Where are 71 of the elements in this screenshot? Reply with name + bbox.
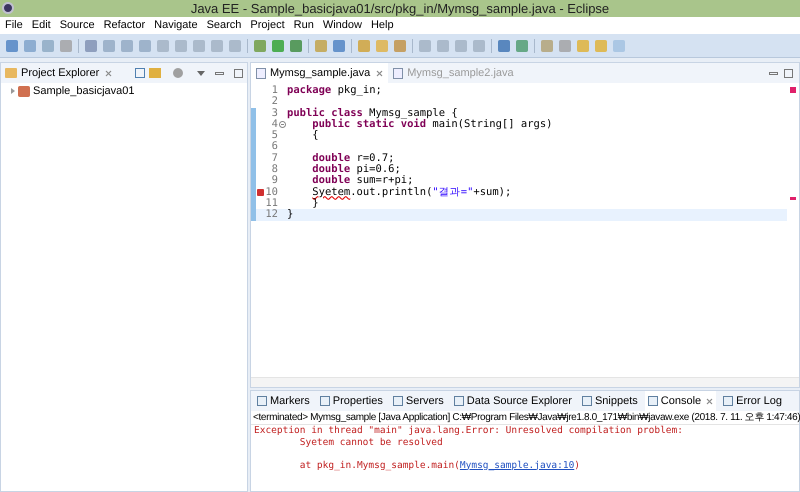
fold-icon[interactable]: [279, 121, 286, 128]
panel-tab[interactable]: Markers: [254, 391, 313, 411]
panel-tab[interactable]: Console: [644, 391, 716, 411]
line-number: 10: [264, 186, 278, 198]
code-text: double sum=r+pi;: [311, 175, 414, 187]
source-link[interactable]: Mymsg_sample.java:10: [460, 460, 574, 471]
console-status: <terminated> Mymsg_sample [Java Application] C:₩Program Files₩Java₩jre1.8.0_171₩bin₩javaw.exe (2018. 7. 11. 오후 1:47:46): [251, 411, 799, 425]
line-number: 4: [270, 118, 278, 130]
line-number: 5: [270, 130, 278, 142]
menu-item[interactable]: Project: [250, 17, 285, 34]
menu-item[interactable]: Source: [60, 17, 95, 34]
line-number: 2: [270, 96, 278, 108]
console-line: Syetem cannot be resolved: [298, 436, 444, 448]
error-indicator-icon: [790, 197, 796, 200]
error-indicator-icon: [790, 87, 796, 93]
menu-item[interactable]: Refactor: [104, 17, 146, 34]
menu-item[interactable]: Search: [206, 17, 242, 34]
view-icon: [582, 396, 592, 406]
window-title: Java EE - Sample_basicjava01/src/pkg_in/Mymsg_sample.java - Eclipse: [190, 2, 610, 15]
code-text: Syetem.out.println("결과="+sum);: [311, 186, 512, 198]
menu-item[interactable]: Help: [370, 17, 394, 34]
code-text: double pi=0.6;: [311, 164, 401, 176]
menu-item[interactable]: Edit: [32, 17, 51, 34]
code-text: package pkg_in;: [287, 85, 382, 96]
code-text: public static void main(String[] args): [312, 118, 553, 130]
java-file-icon: [256, 68, 266, 78]
menu-item[interactable]: Run: [294, 17, 314, 34]
tree-item[interactable]: Sample_basicjava01: [33, 82, 135, 100]
view-icon: [454, 396, 464, 406]
close-icon[interactable]: [376, 70, 384, 76]
panel-tab[interactable]: Snippets: [578, 391, 641, 411]
line-number: 12: [264, 209, 278, 221]
eclipse-logo-icon: [2, 2, 14, 14]
maximize-icon[interactable]: [234, 68, 243, 78]
console-line: at pkg_in.Mymsg_sample.main(: [298, 460, 460, 471]
view-icon: [392, 396, 403, 406]
maximize-icon[interactable]: [784, 68, 793, 78]
line-number: 1: [270, 85, 278, 96]
console-line: Exception in thread "main" java.lang.Error: Unresolved compilation problem:: [254, 425, 684, 436]
panel-tab[interactable]: Servers: [390, 391, 447, 411]
code-text: }: [287, 209, 294, 221]
menu-item[interactable]: File: [5, 17, 23, 34]
view-icon: [723, 396, 734, 406]
menu-item[interactable]: Window: [322, 17, 362, 34]
line-number: 8: [270, 164, 278, 176]
view-icon: [257, 396, 267, 406]
minimize-icon[interactable]: [769, 72, 778, 74]
panel-tab[interactable]: Properties: [316, 391, 386, 411]
folder-icon: [5, 68, 17, 78]
line-number: 11: [264, 198, 278, 209]
code-text: double r=0.7;: [311, 152, 394, 164]
line-number: 3: [270, 108, 278, 119]
close-icon[interactable]: [706, 398, 714, 404]
panel-tab[interactable]: Data Source Explorer: [450, 391, 575, 411]
minimize-icon[interactable]: [215, 72, 224, 74]
view-icon: [648, 396, 658, 406]
project-icon: [18, 86, 30, 96]
code-text: {: [311, 130, 319, 142]
menu-item[interactable]: Navigate: [154, 17, 198, 34]
close-icon[interactable]: [105, 70, 112, 76]
line-number: 7: [270, 152, 278, 164]
view-menu-icon[interactable]: [197, 70, 205, 76]
code-text: }: [311, 198, 319, 210]
java-file-icon: [393, 68, 404, 78]
console-line: ): [574, 460, 580, 471]
view-icon: [320, 396, 330, 406]
code-text: public class Mymsg_sample {: [287, 108, 458, 119]
panel-tab[interactable]: Error Log: [720, 391, 785, 411]
editor-tab[interactable]: Mymsg_sample.java: [251, 63, 388, 83]
line-number: 6: [270, 141, 278, 153]
line-number: 9: [270, 175, 278, 187]
